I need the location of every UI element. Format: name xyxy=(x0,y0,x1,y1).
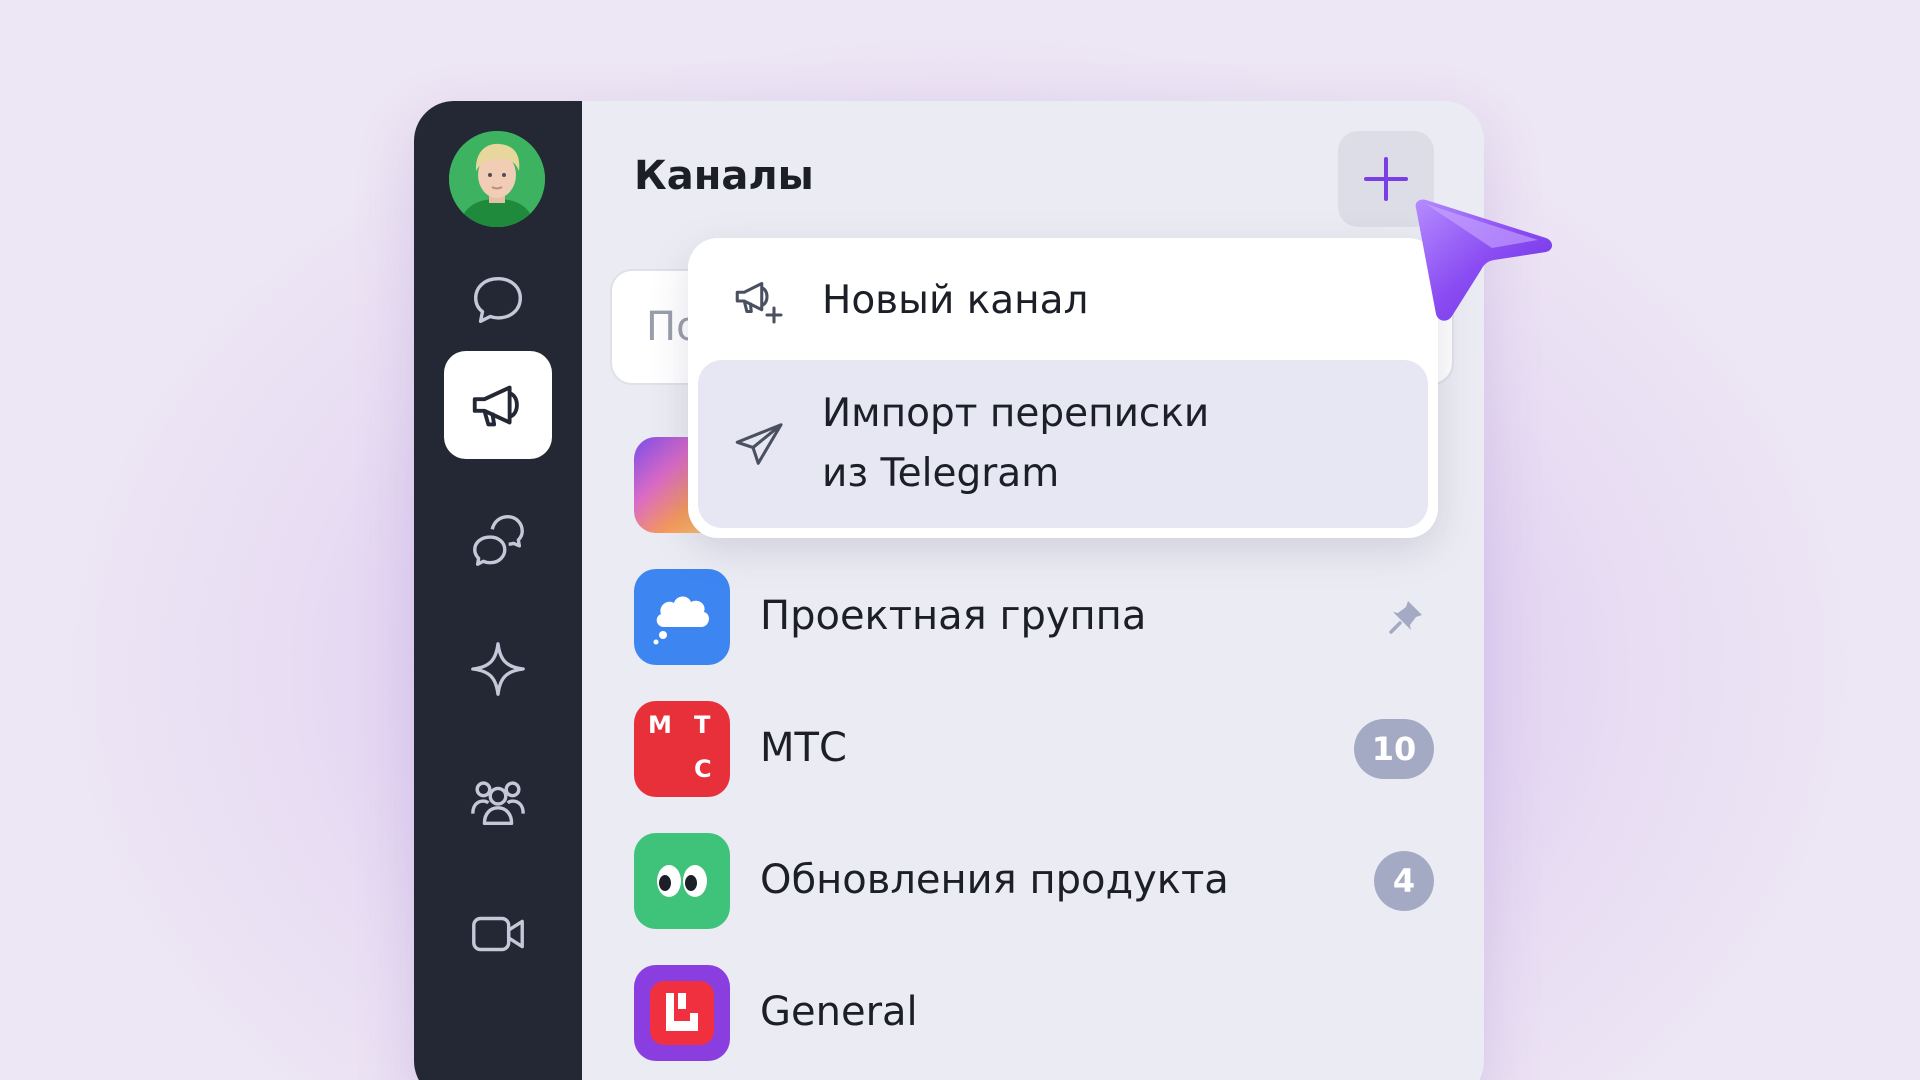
menu-item-new-channel[interactable]: Новый канал xyxy=(698,250,1428,352)
eyes-icon xyxy=(634,833,730,929)
avatar[interactable] xyxy=(449,131,545,227)
app-logo-icon xyxy=(634,965,730,1061)
channel-name: Обновления продукта xyxy=(760,857,1229,903)
mts-logo: М Т С xyxy=(634,701,730,797)
megaphone-plus-icon xyxy=(735,281,783,324)
page-title: Каналы xyxy=(634,153,814,199)
video-camera-icon xyxy=(472,916,524,952)
cursor-pointer-icon xyxy=(1415,199,1552,321)
menu-item-label: Импорт переписки из Telegram xyxy=(822,391,1210,496)
mts-letter: Т xyxy=(694,711,711,739)
add-dropdown-menu: Новый канал Импорт переписки из Telegram xyxy=(688,238,1438,538)
sidebar-item-threads[interactable] xyxy=(444,485,552,593)
sidebar-item-chats[interactable] xyxy=(444,246,552,354)
sidebar-item-ai[interactable] xyxy=(444,615,552,723)
list-item[interactable]: Обновления продукта 4 xyxy=(634,833,1434,929)
chat-bubble-icon xyxy=(474,276,522,324)
channel-name: МТС xyxy=(760,725,847,771)
channel-name: General xyxy=(760,989,918,1035)
people-icon xyxy=(471,781,525,826)
thought-cloud-icon xyxy=(634,569,730,665)
unread-badge: 4 xyxy=(1374,851,1434,911)
telegram-plane-icon xyxy=(735,423,783,465)
sidebar-item-contacts[interactable] xyxy=(444,748,552,856)
list-item[interactable]: General xyxy=(634,965,1434,1061)
menu-item-import-telegram[interactable]: Импорт переписки из Telegram xyxy=(698,360,1428,528)
list-item[interactable]: Проектная группа xyxy=(634,569,1434,665)
menu-item-label: Новый канал xyxy=(822,278,1089,323)
avatar-image xyxy=(449,131,545,227)
mts-letter: М xyxy=(648,711,672,739)
list-item[interactable]: М Т С МТС 10 xyxy=(634,701,1434,797)
sparkle-icon xyxy=(471,642,525,696)
pin-icon xyxy=(1389,601,1422,634)
sidebar xyxy=(414,101,582,1080)
threads-icon xyxy=(473,515,524,566)
megaphone-icon xyxy=(472,385,519,427)
plus-icon xyxy=(1364,157,1408,201)
unread-badge: 10 xyxy=(1354,719,1434,779)
sidebar-item-calls[interactable] xyxy=(444,880,552,988)
mts-letter: С xyxy=(694,755,712,783)
sidebar-item-channels[interactable] xyxy=(444,351,552,459)
channel-name: Проектная группа xyxy=(760,593,1147,639)
